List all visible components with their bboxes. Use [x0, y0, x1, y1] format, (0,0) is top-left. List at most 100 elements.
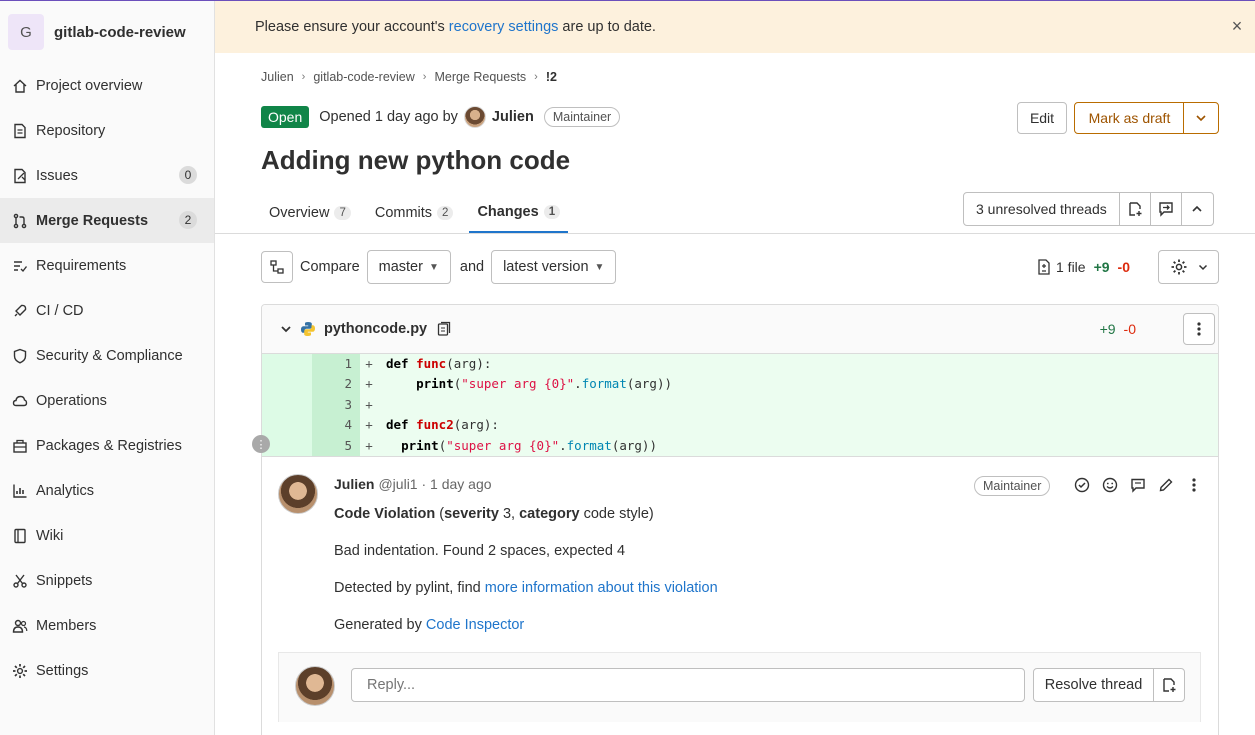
scissors-icon: [12, 573, 28, 589]
diff-file: pythoncode.py +9 -0 1 + def func(arg): 2 + pr…: [261, 304, 1219, 735]
tab-commits[interactable]: Commits 2: [367, 193, 462, 233]
close-icon[interactable]: ×: [1229, 17, 1245, 35]
chevron-right-icon: ›: [301, 71, 306, 83]
old-line-number[interactable]: [262, 415, 312, 436]
violation-info-link[interactable]: more information about this violation: [485, 580, 718, 596]
comment-icon[interactable]: [1124, 477, 1152, 493]
file-count[interactable]: 1 file: [1056, 259, 1086, 275]
generated-by: Generated by Code Inspector: [334, 616, 718, 634]
sidebar-item-ci-cd[interactable]: CI / CD: [0, 288, 214, 333]
create-issue-button[interactable]: [1153, 667, 1185, 702]
users-icon: [12, 618, 28, 634]
new-line-number[interactable]: 1: [312, 354, 360, 375]
page-title: Adding new python code: [261, 145, 571, 175]
tab-changes[interactable]: Changes 1: [469, 193, 569, 233]
drag-handle-icon[interactable]: ⋮: [252, 435, 270, 453]
file-tree-icon: [270, 260, 284, 274]
code-content: [378, 395, 386, 415]
base-branch-dropdown[interactable]: master ▼: [366, 250, 451, 284]
note-actions: [1068, 477, 1208, 493]
code-token: (arg)): [611, 437, 657, 453]
breadcrumb-project[interactable]: gitlab-code-review: [313, 70, 414, 84]
ellipsis-v-icon[interactable]: [1180, 477, 1208, 493]
copy-icon[interactable]: [437, 321, 451, 337]
note-author[interactable]: Julien: [334, 476, 374, 492]
sidebar-item-members[interactable]: Members: [0, 603, 214, 648]
code-token: .: [559, 437, 567, 453]
file-tree-toggle-button[interactable]: [261, 251, 293, 283]
breadcrumb-user[interactable]: Julien: [261, 70, 294, 84]
compare-label: Compare: [300, 259, 360, 275]
note-meta: @juli1 · 1 day ago: [378, 475, 492, 492]
new-line-number[interactable]: 3: [312, 394, 360, 416]
file-options-button[interactable]: [1183, 313, 1215, 345]
sidebar-item-label: Security & Compliance: [36, 347, 183, 364]
diff-settings-button[interactable]: [1158, 250, 1219, 284]
resolve-thread-icon[interactable]: [1068, 477, 1096, 493]
collapse-threads-button[interactable]: [1182, 193, 1213, 225]
main-content: Julien › gitlab-code-review › Merge Reques…: [215, 53, 1255, 735]
tab-overview[interactable]: Overview 7: [261, 193, 359, 233]
status-badge: Open: [261, 106, 310, 128]
new-line-number[interactable]: 2: [312, 374, 360, 395]
chevron-down-icon[interactable]: [280, 323, 292, 335]
chevron-down-icon: ▼: [428, 261, 439, 273]
old-line-number[interactable]: [262, 354, 312, 375]
sidebar-item-analytics[interactable]: Analytics: [0, 468, 214, 513]
breadcrumb-current[interactable]: !2: [546, 70, 557, 84]
new-line-number[interactable]: 4: [312, 415, 360, 436]
sidebar-item-snippets[interactable]: Snippets: [0, 558, 214, 603]
mark-as-draft-button[interactable]: Mark as draft: [1074, 102, 1185, 134]
diff-line: 1 + def func(arg):: [262, 354, 1218, 375]
project-header[interactable]: G gitlab-code-review: [0, 1, 214, 63]
violation-title: Code Violation: [334, 505, 436, 522]
old-line-number[interactable]: [262, 394, 312, 416]
sidebar-item-wiki[interactable]: Wiki: [0, 513, 214, 558]
resolve-thread-button[interactable]: Resolve thread: [1033, 667, 1154, 702]
sidebar-item-packages-registries[interactable]: Packages & Registries: [0, 423, 214, 468]
sidebar-item-project-overview[interactable]: Project overview: [0, 63, 214, 108]
code-token: func: [416, 356, 447, 371]
edit-icon[interactable]: [1152, 477, 1180, 493]
doc-icon: [12, 123, 28, 139]
emoji-icon[interactable]: [1096, 477, 1124, 493]
file-name[interactable]: pythoncode.py: [324, 321, 427, 337]
role-badge: Maintainer: [974, 475, 1051, 496]
author-link[interactable]: Julien: [492, 109, 534, 125]
code-token: print: [401, 437, 439, 453]
edit-button[interactable]: Edit: [1017, 102, 1067, 134]
draft-dropdown-button[interactable]: [1183, 102, 1219, 134]
old-line-number[interactable]: [262, 374, 312, 395]
avatar[interactable]: [463, 106, 486, 128]
banner-text-suffix: are up to date.: [558, 19, 656, 35]
avatar: [295, 665, 335, 706]
tab-label: Commits: [374, 205, 433, 221]
project-avatar: G: [8, 14, 44, 50]
diff-code: 1 + def func(arg): 2 + print("super arg {0}"…: [262, 354, 1218, 456]
chevron-up-icon: [1192, 205, 1202, 212]
next-thread-button[interactable]: [1151, 193, 1182, 225]
sidebar: G gitlab-code-review Project overview Rep…: [0, 1, 215, 735]
and-label: and: [459, 259, 485, 275]
version-dropdown[interactable]: latest version ▼: [491, 250, 617, 284]
sidebar-item-operations[interactable]: Operations: [0, 378, 214, 423]
sidebar-item-merge-requests[interactable]: Merge Requests 2: [0, 198, 214, 243]
sidebar-item-issues[interactable]: Issues 0: [0, 153, 214, 198]
resolve-thread-in-issue-button[interactable]: [1120, 193, 1151, 225]
new-line-number[interactable]: 5: [312, 435, 360, 456]
code-inspector-link[interactable]: Code Inspector: [426, 617, 524, 633]
recovery-settings-link[interactable]: recovery settings: [449, 19, 559, 35]
file-deletions: -0: [1123, 321, 1136, 337]
reply-input[interactable]: [351, 667, 1025, 702]
avatar[interactable]: [278, 473, 318, 514]
sidebar-item-repository[interactable]: Repository: [0, 108, 214, 153]
sidebar-item-security-compliance[interactable]: Security & Compliance: [0, 333, 214, 378]
breadcrumb-merge-requests[interactable]: Merge Requests: [434, 70, 526, 84]
sidebar-item-settings[interactable]: Settings: [0, 648, 214, 693]
code-token: format: [581, 376, 627, 392]
breadcrumb: Julien › gitlab-code-review › Merge Reques…: [261, 70, 557, 84]
unresolved-threads-button[interactable]: 3 unresolved threads: [964, 193, 1120, 225]
sidebar-item-label: Wiki: [36, 527, 64, 544]
sidebar-item-requirements[interactable]: Requirements: [0, 243, 214, 288]
